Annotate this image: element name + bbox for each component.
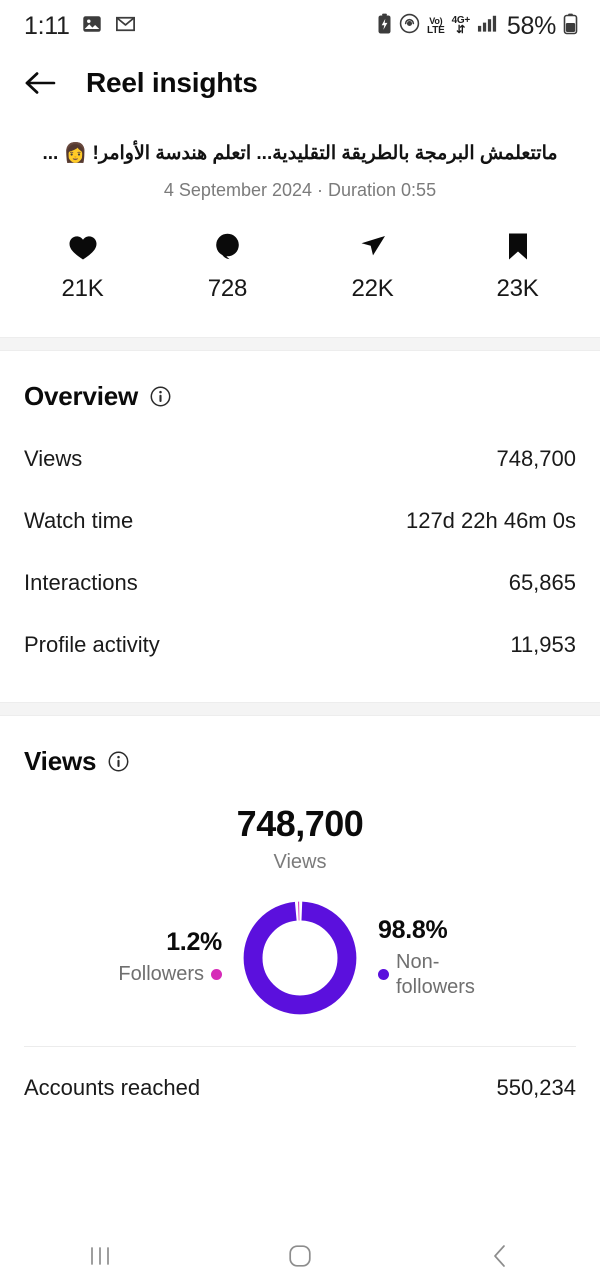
stat-comments-value: 728 xyxy=(207,274,248,302)
battery-percent: 58% xyxy=(506,11,556,40)
row-label: Interactions xyxy=(24,569,138,595)
views-chart-block: 748,700 Views 1.2% Followers 98.8% Non-f… xyxy=(0,781,600,1020)
followers-percent: 1.2% xyxy=(166,928,222,957)
bookmark-icon xyxy=(506,231,530,261)
followers-label: Followers xyxy=(118,963,204,986)
hotspot-icon xyxy=(399,13,420,39)
table-row: Watch time 127d 22h 46m 0s xyxy=(24,490,576,552)
info-icon[interactable] xyxy=(150,386,171,407)
nonfollowers-color-dot xyxy=(378,969,389,981)
stat-shares-value: 22K xyxy=(351,274,394,302)
overview-title: Overview xyxy=(24,380,139,411)
reel-insights-screen: 1:11 Vo) LTE 4G+ ⇵ 58% Reel insights مات… xyxy=(0,0,600,1287)
legend-followers: 1.2% Followers xyxy=(54,928,222,987)
engagement-stats-row: 21K 728 22K 23K xyxy=(0,201,600,337)
volte-icon: Vo) LTE xyxy=(427,16,445,36)
volte-bottom-label: LTE xyxy=(427,24,445,36)
info-icon[interactable] xyxy=(108,751,129,772)
views-header: Views xyxy=(24,746,576,777)
accounts-reached-section: Accounts reached 550,234 xyxy=(0,1047,600,1121)
accounts-reached-value: 550,234 xyxy=(496,1074,576,1100)
donut-chart-graphic xyxy=(243,901,357,1014)
followers-color-dot xyxy=(211,969,222,981)
row-value: 11,953 xyxy=(510,631,576,657)
table-row: Interactions 65,865 xyxy=(24,552,576,614)
back-button[interactable] xyxy=(24,66,58,100)
stat-saves[interactable]: 23K xyxy=(445,231,590,303)
status-bar: 1:11 Vo) LTE 4G+ ⇵ 58% xyxy=(0,0,600,52)
overview-header: Overview xyxy=(24,381,576,412)
row-label: Views xyxy=(24,445,83,471)
post-summary: ماتتعلمش البرمجة بالطريقة التقليدية... ا… xyxy=(0,114,600,201)
gmail-icon xyxy=(114,13,137,40)
data-arrows-icon: ⇵ xyxy=(456,24,466,37)
network-4gplus-icon: 4G+ ⇵ xyxy=(452,16,471,37)
views-total: 748,700 xyxy=(236,802,364,844)
stat-likes-value: 21K xyxy=(61,274,104,302)
recents-button[interactable] xyxy=(52,1233,148,1279)
table-row[interactable]: Accounts reached 550,234 xyxy=(24,1055,576,1121)
nonfollowers-percent: 98.8% xyxy=(378,915,448,944)
page-title: Reel insights xyxy=(86,67,258,98)
android-nav-bar xyxy=(0,1229,600,1287)
table-row: Views 748,700 xyxy=(24,428,576,490)
row-value: 65,865 xyxy=(508,569,576,595)
row-label: Watch time xyxy=(24,507,134,533)
section-separator xyxy=(0,336,600,351)
stat-comments[interactable]: 728 xyxy=(155,231,300,303)
stat-likes[interactable]: 21K xyxy=(10,231,155,303)
accounts-reached-label: Accounts reached xyxy=(24,1074,201,1100)
comment-icon xyxy=(213,231,242,261)
stat-shares[interactable]: 22K xyxy=(300,231,445,303)
app-header: Reel insights xyxy=(0,52,600,114)
signal-bars-icon xyxy=(477,14,498,38)
post-meta: 4 September 2024 · Duration 0:55 xyxy=(163,179,437,200)
section-separator xyxy=(0,701,600,716)
overview-rows: Views 748,700 Watch time 127d 22h 46m 0s… xyxy=(0,416,600,702)
photos-icon xyxy=(81,13,103,40)
row-label: Profile activity xyxy=(24,631,160,657)
recents-icon xyxy=(91,1247,109,1265)
status-bar-left: 1:11 xyxy=(24,12,137,41)
chevron-left-icon xyxy=(494,1245,505,1267)
heart-icon xyxy=(68,231,98,261)
row-value: 127d 22h 46m 0s xyxy=(405,507,576,533)
views-section: Views xyxy=(0,716,600,781)
battery-icon xyxy=(563,13,578,40)
status-time: 1:11 xyxy=(24,11,70,40)
overview-section: Overview xyxy=(0,351,600,416)
battery-charging-icon xyxy=(377,13,392,40)
followers-legend-row: Followers xyxy=(118,962,222,987)
views-total-label: Views xyxy=(273,850,327,873)
table-row: Profile activity 11,953 xyxy=(24,614,576,676)
legend-nonfollowers: 98.8% Non-followers xyxy=(378,916,546,1000)
share-icon xyxy=(358,231,388,261)
views-donut-chart: 1.2% Followers 98.8% Non-followers xyxy=(0,896,600,1020)
views-title: Views xyxy=(24,745,97,776)
status-bar-right: Vo) LTE 4G+ ⇵ 58% xyxy=(377,12,578,41)
row-value: 748,700 xyxy=(496,445,576,471)
post-caption[interactable]: ماتتعلمش البرمجة بالطريقة التقليدية... ا… xyxy=(26,140,574,168)
nonfollowers-legend-row: Non-followers xyxy=(378,950,514,1000)
stat-saves-value: 23K xyxy=(496,274,539,302)
back-nav-button[interactable] xyxy=(452,1233,548,1279)
nonfollowers-label: Non-followers xyxy=(396,950,475,998)
home-button[interactable] xyxy=(252,1233,348,1279)
home-icon xyxy=(289,1245,311,1267)
arrow-left-icon xyxy=(25,72,56,94)
